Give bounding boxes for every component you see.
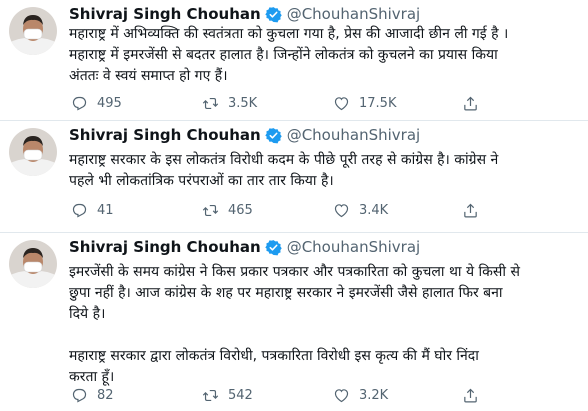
tweet-card[interactable]: Shivraj Singh Chouhan @ChouhanShivraj मह… xyxy=(0,0,588,121)
tweet-text: महाराष्ट्र सरकार के इस लोकतंत्र विरोधी क… xyxy=(69,152,499,189)
author-handle[interactable]: @ChouhanShivraj xyxy=(287,238,420,256)
share-icon xyxy=(462,202,479,219)
retweet-button[interactable]: 3.5K xyxy=(202,93,257,113)
like-count: 17.5K xyxy=(359,95,397,111)
reply-count: 41 xyxy=(97,202,114,218)
reply-button[interactable]: 495 xyxy=(71,93,122,113)
author-handle[interactable]: @ChouhanShivraj xyxy=(287,5,420,23)
share-icon xyxy=(462,95,479,112)
like-count: 3.2K xyxy=(359,387,389,403)
retweet-button[interactable]: 465 xyxy=(202,200,253,220)
avatar[interactable] xyxy=(9,7,57,55)
heart-icon xyxy=(333,95,350,112)
reply-button[interactable]: 82 xyxy=(71,385,114,405)
reply-icon xyxy=(71,95,88,112)
reply-count: 82 xyxy=(97,387,114,403)
retweet-icon xyxy=(202,387,219,404)
retweet-icon xyxy=(202,95,219,112)
share-button[interactable] xyxy=(462,93,479,113)
tweet-header: Shivraj Singh Chouhan @ChouhanShivraj xyxy=(69,3,420,25)
tweet-card[interactable]: Shivraj Singh Chouhan @ChouhanShivraj मह… xyxy=(0,121,588,233)
author-handle[interactable]: @ChouhanShivraj xyxy=(287,126,420,144)
author-name[interactable]: Shivraj Singh Chouhan xyxy=(69,5,261,23)
reply-button[interactable]: 41 xyxy=(71,200,114,220)
verified-badge-icon xyxy=(265,6,282,23)
tweet-card[interactable]: Shivraj Singh Chouhan @ChouhanShivraj इम… xyxy=(0,233,588,411)
like-button[interactable]: 3.2K xyxy=(333,385,388,405)
like-button[interactable]: 17.5K xyxy=(333,93,396,113)
avatar[interactable] xyxy=(9,128,57,176)
tweet-text: इमरजेंसी के समय कांग्रेस ने किस प्रकार प… xyxy=(69,264,520,385)
like-count: 3.4K xyxy=(359,202,389,218)
heart-icon xyxy=(333,387,350,404)
retweet-count: 3.5K xyxy=(228,95,258,111)
retweet-count: 542 xyxy=(228,387,253,403)
retweet-icon xyxy=(202,202,219,219)
share-icon xyxy=(462,387,479,404)
tweet-header: Shivraj Singh Chouhan @ChouhanShivraj xyxy=(69,124,420,146)
verified-badge-icon xyxy=(265,239,282,256)
share-button[interactable] xyxy=(462,385,479,405)
like-button[interactable]: 3.4K xyxy=(333,200,388,220)
verified-badge-icon xyxy=(265,127,282,144)
author-name[interactable]: Shivraj Singh Chouhan xyxy=(69,238,261,256)
reply-count: 495 xyxy=(97,95,122,111)
share-button[interactable] xyxy=(462,200,479,220)
reply-icon xyxy=(71,202,88,219)
retweet-count: 465 xyxy=(228,202,253,218)
tweet-header: Shivraj Singh Chouhan @ChouhanShivraj xyxy=(69,236,420,258)
reply-icon xyxy=(71,387,88,404)
avatar[interactable] xyxy=(9,240,57,288)
heart-icon xyxy=(333,202,350,219)
tweet-text: महाराष्ट्र में अभिव्यक्ति की स्वतंत्रता … xyxy=(69,26,509,84)
author-name[interactable]: Shivraj Singh Chouhan xyxy=(69,126,261,144)
retweet-button[interactable]: 542 xyxy=(202,385,253,405)
